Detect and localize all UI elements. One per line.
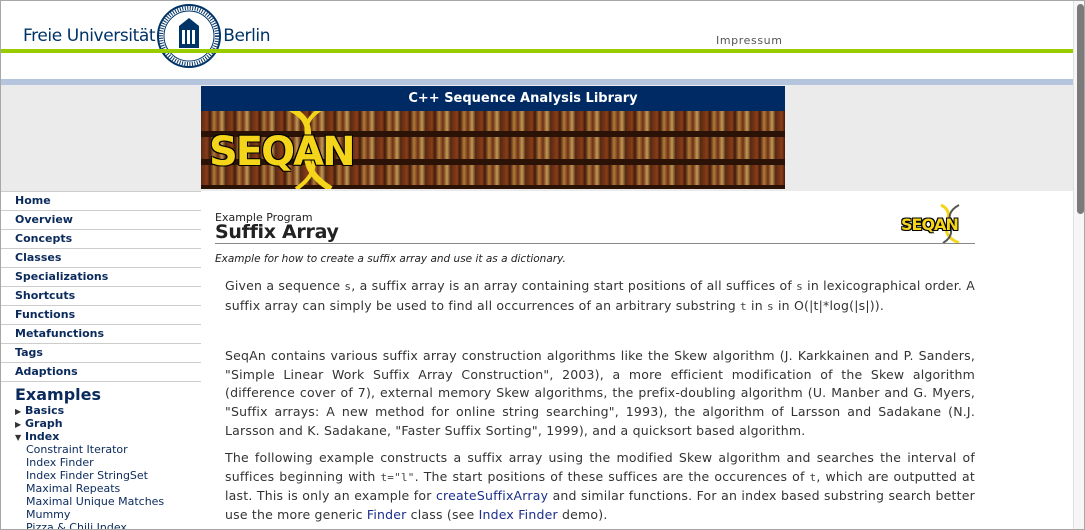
nav-item-tags[interactable]: Tags — [1, 344, 201, 363]
nav-item-home[interactable]: Home — [1, 192, 201, 211]
create-suffix-array-link[interactable]: createSuffixArray — [436, 488, 548, 503]
code-var: s — [796, 280, 803, 293]
tree-item-index[interactable]: ▼ Index — [1, 430, 201, 443]
nav-item-classes[interactable]: Classes — [1, 249, 201, 268]
nav-item-shortcuts[interactable]: Shortcuts — [1, 287, 201, 306]
algorithms-paragraph: SeqAn contains various suffix array cons… — [225, 348, 975, 438]
header-blue-band — [1, 79, 1073, 85]
text: demo). — [557, 507, 608, 523]
text: , a suffix array is an array containing … — [351, 278, 797, 293]
seqan-small-logo-text: SEQAN — [901, 215, 959, 234]
brand-left: Freie Universität — [23, 26, 156, 46]
text: in — [746, 297, 767, 313]
brand-right: Berlin — [223, 26, 271, 46]
sub-item-constraint-iterator[interactable]: Constraint Iterator — [1, 443, 201, 456]
sub-item-index-finder-stringset[interactable]: Index Finder StringSet — [1, 469, 201, 482]
sub-item-maximal-repeats[interactable]: Maximal Repeats — [1, 482, 201, 495]
nav-item-overview[interactable]: Overview — [1, 211, 201, 230]
impressum-link[interactable]: Impressum — [716, 34, 783, 47]
seqan-banner: C++ Sequence Analysis Library SEQAN — [201, 86, 785, 189]
text: class (see — [406, 507, 479, 523]
nav-item-metafunctions[interactable]: Metafunctions — [1, 325, 201, 344]
triangle-down-icon: ▼ — [15, 433, 22, 442]
code-var: s — [767, 299, 774, 313]
browser-page: Freie Universität Berlin Impressum C++ S… — [0, 0, 1085, 530]
intro-paragraph: Given a sequence s, a suffix array is an… — [225, 277, 975, 316]
site-header: Freie Universität Berlin Impressum — [1, 1, 1073, 79]
example-paragraph: The following example constructs a suffi… — [225, 449, 975, 525]
index-finder-link[interactable]: Index Finder — [479, 507, 558, 522]
text: . The start positions of these suffices … — [414, 468, 810, 484]
tree-item-basics[interactable]: ▶ Basics — [1, 404, 201, 417]
sub-item-mummy[interactable]: Mummy — [1, 508, 201, 521]
code-var: t — [740, 299, 747, 313]
scrollbar-thumb[interactable] — [1077, 4, 1084, 214]
tree-item-label: Basics — [25, 404, 65, 417]
sub-item-pizza-chili-index[interactable]: Pizza & Chili Index — [1, 521, 201, 529]
seqan-logo: SEQAN — [209, 129, 356, 175]
nav-item-concepts[interactable]: Concepts — [1, 230, 201, 249]
text: in O(|t|*log(|s|)). — [773, 297, 885, 313]
nav-item-specializations[interactable]: Specializations — [1, 268, 201, 287]
title-divider — [215, 243, 975, 244]
university-seal-icon — [157, 4, 222, 68]
sidebar: Home Overview Concepts Classes Specializ… — [1, 191, 201, 529]
sub-item-index-finder[interactable]: Index Finder — [1, 456, 201, 469]
page-title: Suffix Array — [215, 221, 339, 243]
nav-item-functions[interactable]: Functions — [1, 306, 201, 325]
banner-title: C++ Sequence Analysis Library — [201, 86, 785, 111]
seqan-small-logo: SEQAN — [901, 203, 977, 245]
tree-item-graph[interactable]: ▶ Graph — [1, 417, 201, 430]
code-var: t="l" — [380, 470, 415, 484]
tree-item-label: Graph — [25, 417, 63, 430]
sub-item-maximal-unique-matches[interactable]: Maximal Unique Matches — [1, 495, 201, 508]
library-bookshelf-image: SEQAN — [201, 111, 785, 189]
fu-berlin-logo[interactable]: Freie Universität Berlin — [23, 4, 271, 68]
vertical-scrollbar[interactable] — [1073, 1, 1084, 529]
main-content: Example Program Suffix Array SEQAN Examp… — [201, 191, 1073, 529]
header-green-line — [1, 49, 1073, 53]
nav-item-adaptions[interactable]: Adaptions — [1, 363, 201, 382]
finder-link[interactable]: Finder — [367, 507, 407, 522]
examples-heading: Examples — [15, 385, 102, 404]
text: Given a sequence — [225, 278, 345, 293]
tree-item-label: Index — [25, 430, 60, 443]
page-subtitle: Example for how to create a suffix array… — [215, 253, 566, 265]
